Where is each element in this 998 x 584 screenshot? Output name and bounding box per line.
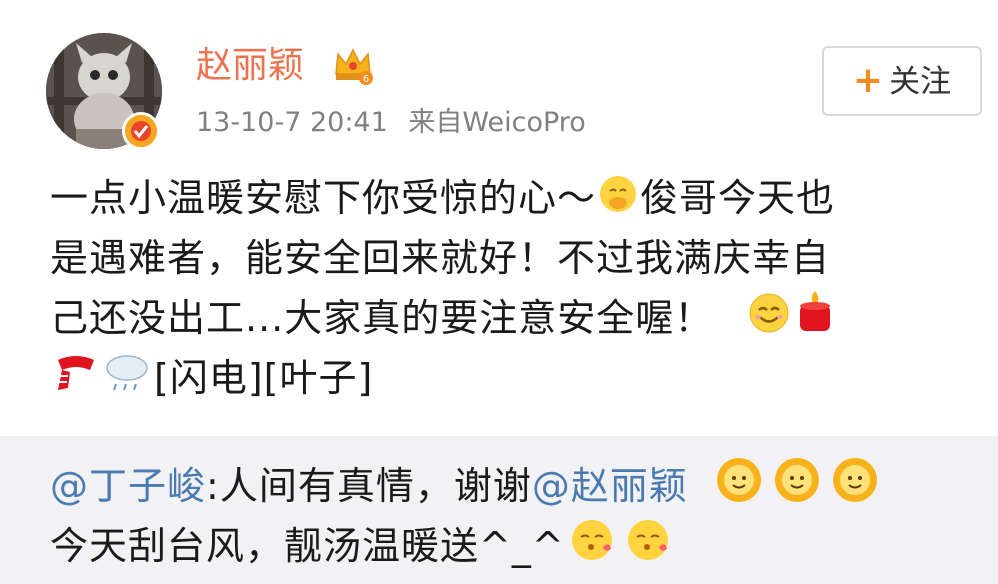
content-text: 一点小温暖安慰下你受惊的心～	[50, 176, 597, 220]
follow-label: 关注	[889, 64, 952, 100]
follow-button[interactable]: + 关注	[822, 46, 982, 116]
verified-badge-icon	[122, 112, 160, 150]
mention-link[interactable]: @丁子峻	[50, 464, 206, 508]
post-timestamp[interactable]: 13-10-7 20:41	[196, 107, 388, 138]
kiss-emoji-icon	[625, 517, 671, 580]
sunflower-emoji-icon	[715, 456, 763, 521]
plus-icon: +	[852, 60, 884, 101]
content-line: [闪电][叶子]	[50, 348, 980, 408]
content-text: 己还没出工...大家真的要注意安全喔！	[50, 296, 714, 340]
sunflower-emoji-icon	[831, 456, 879, 521]
content-line: 己还没出工...大家真的要注意安全喔！	[50, 288, 980, 348]
svg-text:6: 6	[363, 74, 369, 85]
mention-link[interactable]: @赵丽颖	[532, 464, 688, 508]
post-content: 一点小温暖安慰下你受惊的心～ 俊哥今天也 是遇难者，能安全回来就好！不过我满庆幸自…	[50, 168, 980, 408]
content-text: 俊哥今天也	[640, 176, 836, 220]
hug-emoji-icon	[598, 171, 638, 231]
content-text: 是遇难者，能安全回来就好！不过我满庆幸自	[50, 236, 831, 280]
sunflower-emoji-icon	[773, 456, 821, 521]
smile-emoji-icon	[748, 291, 790, 351]
repost-content: @丁子峻:人间有真情，谢谢@赵丽颖 今天刮台风，靓汤温暖送^_^	[50, 456, 980, 576]
crown-badge-icon: 6	[332, 44, 374, 86]
content-line: 今天刮台风，靓汤温暖送^_^	[50, 516, 980, 576]
content-line: 是遇难者，能安全回来就好！不过我满庆幸自	[50, 228, 980, 288]
repost-box: @丁子峻:人间有真情，谢谢@赵丽颖 今天刮台风，靓汤温暖送^_^	[0, 436, 998, 584]
post-source[interactable]: 来自WeicoPro	[408, 107, 585, 138]
content-line: @丁子峻:人间有真情，谢谢@赵丽颖	[50, 456, 980, 516]
candle-emoji-icon	[794, 289, 836, 352]
content-text: [闪电][叶子]	[154, 356, 374, 400]
content-text: :人间有真情，谢谢	[206, 464, 532, 508]
kiss-emoji-icon	[569, 517, 615, 580]
username-link[interactable]: 赵丽颖	[196, 44, 304, 88]
content-text: 今天刮台风，靓汤温暖送^_^	[50, 524, 565, 568]
weibo-post: 赵丽颖 6 13-10-7 20:41 来自WeicoPro + 关注 一点小温暖…	[0, 0, 998, 436]
post-meta: 13-10-7 20:41 来自WeicoPro	[196, 103, 586, 143]
scarf-emoji-icon	[54, 350, 98, 411]
rain-cloud-emoji-icon	[102, 350, 152, 411]
content-line: 一点小温暖安慰下你受惊的心～ 俊哥今天也	[50, 168, 980, 228]
